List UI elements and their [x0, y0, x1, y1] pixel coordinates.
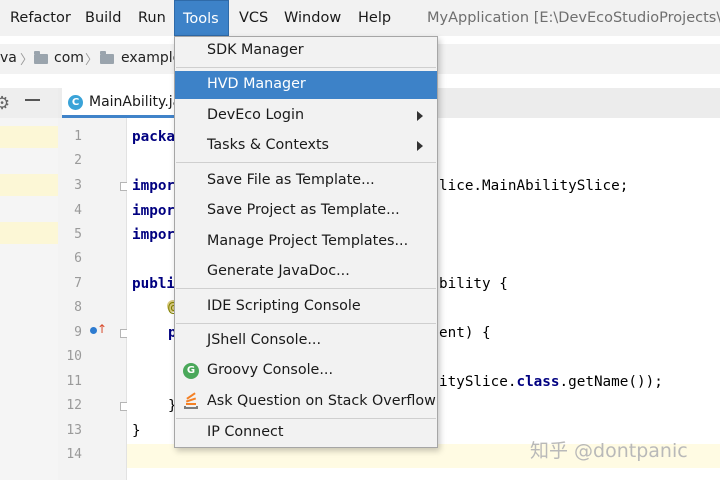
- menu-bar: Refactor Build Run Tools VCS Window Help…: [0, 0, 720, 36]
- menu-item-stack-overflow[interactable]: Ask Question on Stack Overflow: [175, 388, 437, 416]
- folder-icon: [34, 51, 48, 64]
- menu-item-label: Ask Question on Stack Overflow: [207, 393, 436, 409]
- code-token: itySlice.class.getName());: [439, 374, 663, 390]
- menu-separator: [176, 162, 436, 163]
- project-pane: [0, 118, 58, 480]
- menu-item-jshell-console[interactable]: JShell Console...: [175, 327, 437, 355]
- menu-item-tasks-contexts[interactable]: Tasks & Contexts: [175, 132, 437, 160]
- line-number: 8: [74, 300, 82, 315]
- project-tree-row[interactable]: [0, 222, 58, 244]
- window-title: MyApplication [E:\DevEcoStudioProjects\M…: [427, 10, 720, 26]
- menu-vcs[interactable]: VCS: [239, 0, 268, 36]
- menu-item-deveco-login[interactable]: DevEco Login: [175, 102, 437, 130]
- override-marker-icon[interactable]: [90, 327, 97, 334]
- chevron-right-icon: 〉: [85, 53, 99, 68]
- code-token: ent) {: [439, 325, 491, 341]
- menu-item-ide-scripting-console[interactable]: IDE Scripting Console: [175, 293, 437, 321]
- menu-item-ip-connect[interactable]: IP Connect: [175, 419, 437, 447]
- menu-separator: [176, 288, 436, 289]
- menu-item-label: Tasks & Contexts: [207, 137, 329, 153]
- code-token: .getName());: [559, 374, 663, 390]
- line-number: 10: [66, 349, 82, 364]
- tab-label: MainAbility.ja: [89, 94, 182, 110]
- arrow-up-icon[interactable]: ↑: [97, 322, 107, 336]
- line-number: 12: [66, 398, 82, 413]
- code-token: }: [132, 423, 141, 439]
- menu-item-label: DevEco Login: [207, 107, 305, 123]
- menu-item-label: JShell Console...: [207, 332, 322, 348]
- menu-item-label: Groovy Console...: [207, 362, 333, 378]
- menu-run[interactable]: Run: [138, 0, 166, 36]
- menu-item-label: Generate JavaDoc...: [207, 263, 350, 279]
- line-number: 5: [74, 227, 82, 242]
- line-number: 6: [74, 251, 82, 266]
- menu-item-label: IDE Scripting Console: [207, 298, 361, 314]
- menu-item-label: Save File as Template...: [207, 172, 375, 188]
- chevron-right-icon: 〉: [20, 53, 34, 68]
- code-keyword: class: [516, 374, 560, 390]
- groovy-icon: G: [183, 363, 199, 379]
- java-class-icon: C: [68, 95, 83, 110]
- code-token: impor: [132, 178, 176, 194]
- breadcrumb-item[interactable]: va: [0, 50, 17, 66]
- menu-refactor[interactable]: Refactor: [10, 0, 71, 36]
- collapse-icon[interactable]: [25, 99, 40, 101]
- code-token: itySlice.: [439, 374, 517, 390]
- tab-main-ability[interactable]: C MainAbility.ja: [62, 88, 182, 118]
- menu-build[interactable]: Build: [85, 0, 121, 36]
- menu-item-generate-javadoc[interactable]: Generate JavaDoc...: [175, 258, 437, 286]
- menu-window[interactable]: Window: [284, 0, 341, 36]
- breadcrumb-item[interactable]: com: [54, 50, 84, 66]
- stackoverflow-icon: [183, 392, 199, 410]
- code-token: lice.MainAbilitySlice;: [439, 178, 629, 194]
- menu-item-hvd-manager[interactable]: HVD Manager: [175, 71, 437, 99]
- breadcrumb-item[interactable]: example: [121, 50, 181, 66]
- menu-help[interactable]: Help: [358, 0, 391, 36]
- project-tree-row[interactable]: [0, 126, 58, 148]
- gear-icon[interactable]: ⚙: [0, 93, 10, 114]
- menu-item-label: SDK Manager: [207, 42, 304, 58]
- line-number: 1: [74, 129, 82, 144]
- watermark: 知乎 @dontpanic: [530, 440, 688, 462]
- menu-item-save-file-template[interactable]: Save File as Template...: [175, 167, 437, 195]
- menu-item-label: Save Project as Template...: [207, 202, 400, 218]
- menu-separator: [176, 323, 436, 324]
- code-token: packa: [132, 129, 176, 145]
- line-number: 3: [74, 178, 82, 193]
- project-tree-row[interactable]: [0, 174, 58, 196]
- menu-item-manage-templates[interactable]: Manage Project Templates...: [175, 228, 437, 256]
- submenu-arrow-icon: [417, 141, 423, 151]
- menu-separator: [176, 67, 436, 68]
- menu-item-groovy-console[interactable]: G Groovy Console...: [175, 357, 437, 385]
- menu-tools[interactable]: Tools: [174, 0, 229, 36]
- submenu-arrow-icon: [417, 111, 423, 121]
- line-number: 4: [74, 203, 82, 218]
- line-number: 11: [66, 374, 82, 389]
- menu-item-label: HVD Manager: [207, 76, 306, 92]
- menu-item-label: IP Connect: [207, 424, 284, 440]
- line-number: 13: [66, 423, 82, 438]
- line-number: 7: [74, 276, 82, 291]
- code-token: impor: [132, 227, 176, 243]
- code-token: impor: [132, 203, 176, 219]
- line-number: 2: [74, 153, 82, 168]
- line-number: 14: [66, 447, 82, 462]
- menu-item-save-project-template[interactable]: Save Project as Template...: [175, 197, 437, 225]
- menu-item-sdk-manager[interactable]: SDK Manager: [175, 37, 437, 65]
- folder-icon: [100, 51, 114, 64]
- code-token: publi: [132, 276, 176, 292]
- line-number: 9: [74, 325, 82, 340]
- code-token: bility {: [439, 276, 508, 292]
- menu-item-label: Manage Project Templates...: [207, 233, 409, 249]
